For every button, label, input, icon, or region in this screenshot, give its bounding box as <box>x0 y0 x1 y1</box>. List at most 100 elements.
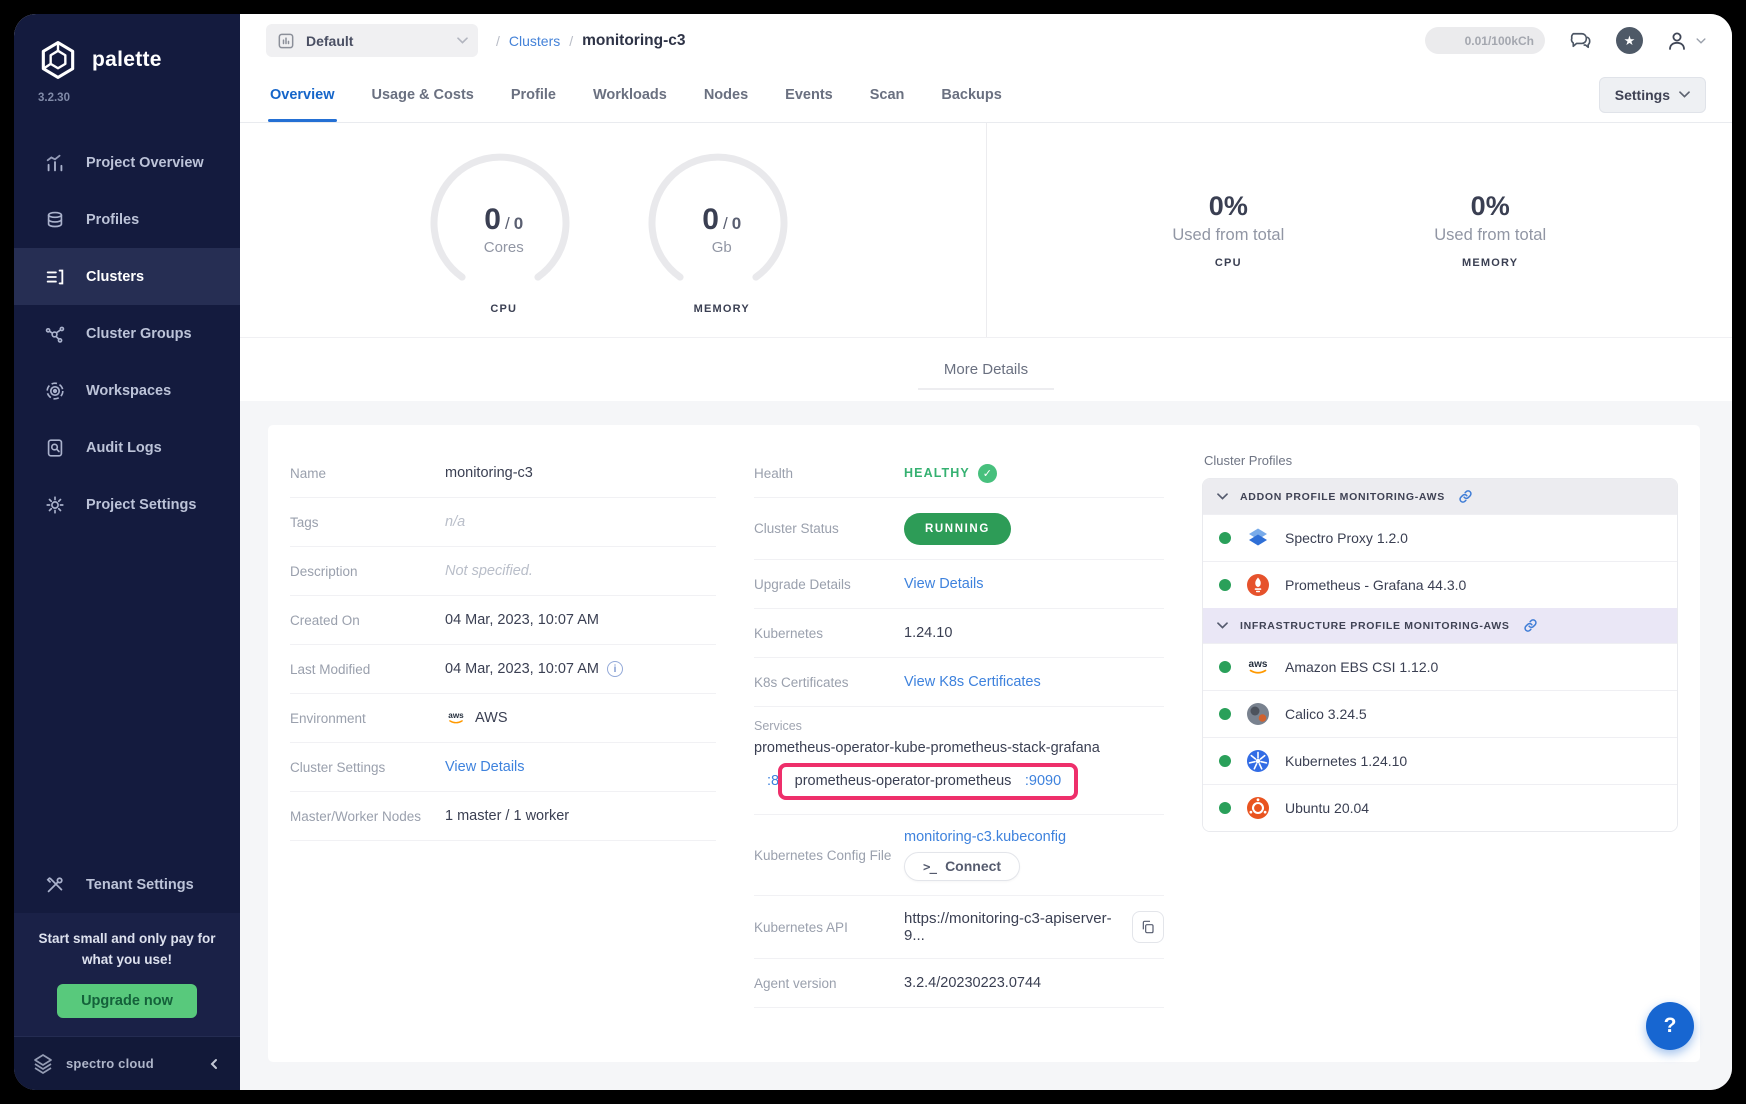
prometheus-icon <box>1245 572 1271 598</box>
collapse-sidebar-icon[interactable] <box>208 1058 220 1070</box>
detail-row-last-modified: Last Modified 04 Mar, 2023, 10:07 AM i <box>290 645 716 694</box>
breadcrumb-separator: / <box>496 33 500 49</box>
green-status-dot <box>1219 748 1231 774</box>
detail-row-environment: Environment aws AWS <box>290 694 716 743</box>
layers-stack-icon <box>44 209 66 231</box>
tab-workloads[interactable]: Workloads <box>593 67 667 122</box>
upgrade-text: Start small and only pay for what you us… <box>32 929 222 971</box>
link-icon[interactable] <box>1522 617 1539 634</box>
info-icon[interactable]: i <box>607 661 623 677</box>
detail-row-description: Description Not specified. <box>290 547 716 596</box>
profile-item-amazon-ebs-csi[interactable]: aws Amazon EBS CSI 1.12.0 <box>1203 643 1677 690</box>
sidebar-item-workspaces[interactable]: Workspaces <box>14 362 240 419</box>
sidebar-item-cluster-groups[interactable]: Cluster Groups <box>14 305 240 362</box>
addon-profile-header[interactable]: ADDON PROFILE MONITORING-AWS <box>1203 479 1677 514</box>
copy-button[interactable] <box>1132 911 1164 943</box>
memory-usage-percent: 0% <box>1434 191 1546 222</box>
upgrade-now-button[interactable]: Upgrade now <box>57 984 197 1018</box>
sidebar-item-clusters[interactable]: Clusters <box>14 248 240 305</box>
tab-backups[interactable]: Backups <box>941 67 1001 122</box>
services-block: Services prometheus-operator-kube-promet… <box>754 707 1164 815</box>
sidebar-item-project-settings[interactable]: Project Settings <box>14 476 240 533</box>
link-icon[interactable] <box>1457 488 1474 505</box>
sidebar-item-profiles[interactable]: Profiles <box>14 191 240 248</box>
tab-scan[interactable]: Scan <box>870 67 905 122</box>
sidebar-item-label: Tenant Settings <box>86 877 194 893</box>
cpu-gauge-unit: Cores <box>424 239 584 256</box>
infrastructure-profile-header[interactable]: INFRASTRUCTURE PROFILE MONITORING-AWS <box>1203 608 1677 643</box>
status-column: Health HEALTHY ✓ Cluster Status RUNNING … <box>754 449 1164 1038</box>
green-status-dot <box>1219 708 1231 720</box>
service-prometheus-port-link[interactable]: :9090 <box>1025 773 1061 789</box>
green-status-dot <box>1219 802 1231 814</box>
bar-chart-icon <box>44 152 66 174</box>
upgrade-view-details-link[interactable]: View Details <box>904 576 984 592</box>
breadcrumb-separator: / <box>569 33 573 49</box>
service-grafana-name: prometheus-operator-kube-prometheus-stac… <box>754 740 1164 756</box>
detail-row-tags: Tags n/a <box>290 498 716 547</box>
settings-button[interactable]: Settings <box>1599 77 1706 113</box>
user-menu[interactable] <box>1665 29 1706 53</box>
tab-usage-costs[interactable]: Usage & Costs <box>372 67 474 122</box>
palette-logo-icon <box>36 38 80 82</box>
project-selector[interactable]: Default <box>266 24 478 57</box>
spectro-proxy-icon <box>1245 525 1271 551</box>
memory-gauge-unit: Gb <box>642 239 802 256</box>
connect-button-label: Connect <box>945 858 1001 874</box>
sidebar-item-tenant-settings[interactable]: Tenant Settings <box>14 856 240 913</box>
profile-item-kubernetes[interactable]: Kubernetes 1.24.10 <box>1203 737 1677 784</box>
cpu-gauge-label: CPU <box>424 303 584 315</box>
gear-icon <box>44 494 66 516</box>
tab-nodes[interactable]: Nodes <box>704 67 748 122</box>
detail-row-cluster-settings: Cluster Settings View Details <box>290 743 716 792</box>
breadcrumb-clusters-link[interactable]: Clusters <box>509 33 560 49</box>
tab-overview[interactable]: Overview <box>270 67 335 122</box>
status-row-kubernetes: Kubernetes 1.24.10 <box>754 609 1164 658</box>
view-k8s-certificates-link[interactable]: View K8s Certificates <box>904 674 1041 690</box>
service-prometheus-name: prometheus-operator-prometheus <box>795 773 1012 789</box>
profile-item-prometheus-grafana[interactable]: Prometheus - Grafana 44.3.0 <box>1203 561 1677 608</box>
kubeconfig-download-link[interactable]: monitoring-c3.kubeconfig <box>904 829 1066 845</box>
sidebar-item-label: Project Settings <box>86 497 196 513</box>
more-details-button[interactable]: More Details <box>918 351 1054 388</box>
metrics-card: 0/0 Cores CPU 0 <box>240 123 1732 401</box>
green-status-dot <box>1219 579 1231 591</box>
breadcrumb: / Clusters / monitoring-c3 <box>496 32 685 50</box>
help-button[interactable]: ? <box>1646 1002 1694 1050</box>
upgrade-panel: Start small and only pay for what you us… <box>14 913 240 1036</box>
top-bar-actions: 0.01/100kCh ★ <box>1425 27 1706 54</box>
cluster-profiles-column: Cluster Profiles ADDON PROFILE MONITORIN… <box>1202 449 1678 1038</box>
ubuntu-icon <box>1245 795 1271 821</box>
connect-button[interactable]: >_ Connect <box>904 852 1020 881</box>
sidebar: palette 3.2.30 Project Overview <box>14 14 240 1090</box>
cluster-settings-view-details-link[interactable]: View Details <box>445 759 525 775</box>
spectro-cloud-name: spectro cloud <box>66 1056 154 1071</box>
chevron-down-icon <box>457 37 468 44</box>
memory-usage-label: MEMORY <box>1434 257 1546 269</box>
clusters-list-icon <box>44 266 66 288</box>
health-status-text: HEALTHY <box>904 466 970 480</box>
user-icon <box>1665 29 1689 53</box>
star-icon[interactable]: ★ <box>1616 27 1643 54</box>
sidebar-item-project-overview[interactable]: Project Overview <box>14 134 240 191</box>
status-row-kubeconfig: Kubernetes Config File monitoring-c3.kub… <box>754 815 1164 896</box>
profile-item-ubuntu[interactable]: Ubuntu 20.04 <box>1203 784 1677 831</box>
chat-icon[interactable] <box>1567 27 1594 54</box>
terminal-icon: >_ <box>923 859 936 874</box>
spectro-cloud-logo-icon <box>30 1051 56 1077</box>
profile-item-spectro-proxy[interactable]: Spectro Proxy 1.2.0 <box>1203 514 1677 561</box>
project-chart-icon <box>276 31 296 51</box>
sidebar-item-audit-logs[interactable]: Audit Logs <box>14 419 240 476</box>
calico-icon <box>1245 701 1271 727</box>
status-row-api: Kubernetes API https://monitoring-c3-api… <box>754 896 1164 959</box>
tab-profile[interactable]: Profile <box>511 67 556 122</box>
tab-events[interactable]: Events <box>785 67 833 122</box>
green-status-dot <box>1219 661 1231 673</box>
chevron-down-icon <box>1696 38 1706 44</box>
network-nodes-icon <box>44 323 66 345</box>
kubernetes-api-url: https://monitoring-c3-apiserver-9... <box>904 910 1122 944</box>
status-row-health: Health HEALTHY ✓ <box>754 449 1164 498</box>
settings-button-label: Settings <box>1615 87 1670 103</box>
profile-item-calico[interactable]: Calico 3.24.5 <box>1203 690 1677 737</box>
memory-gauge: 0/0 Gb MEMORY <box>642 145 802 315</box>
